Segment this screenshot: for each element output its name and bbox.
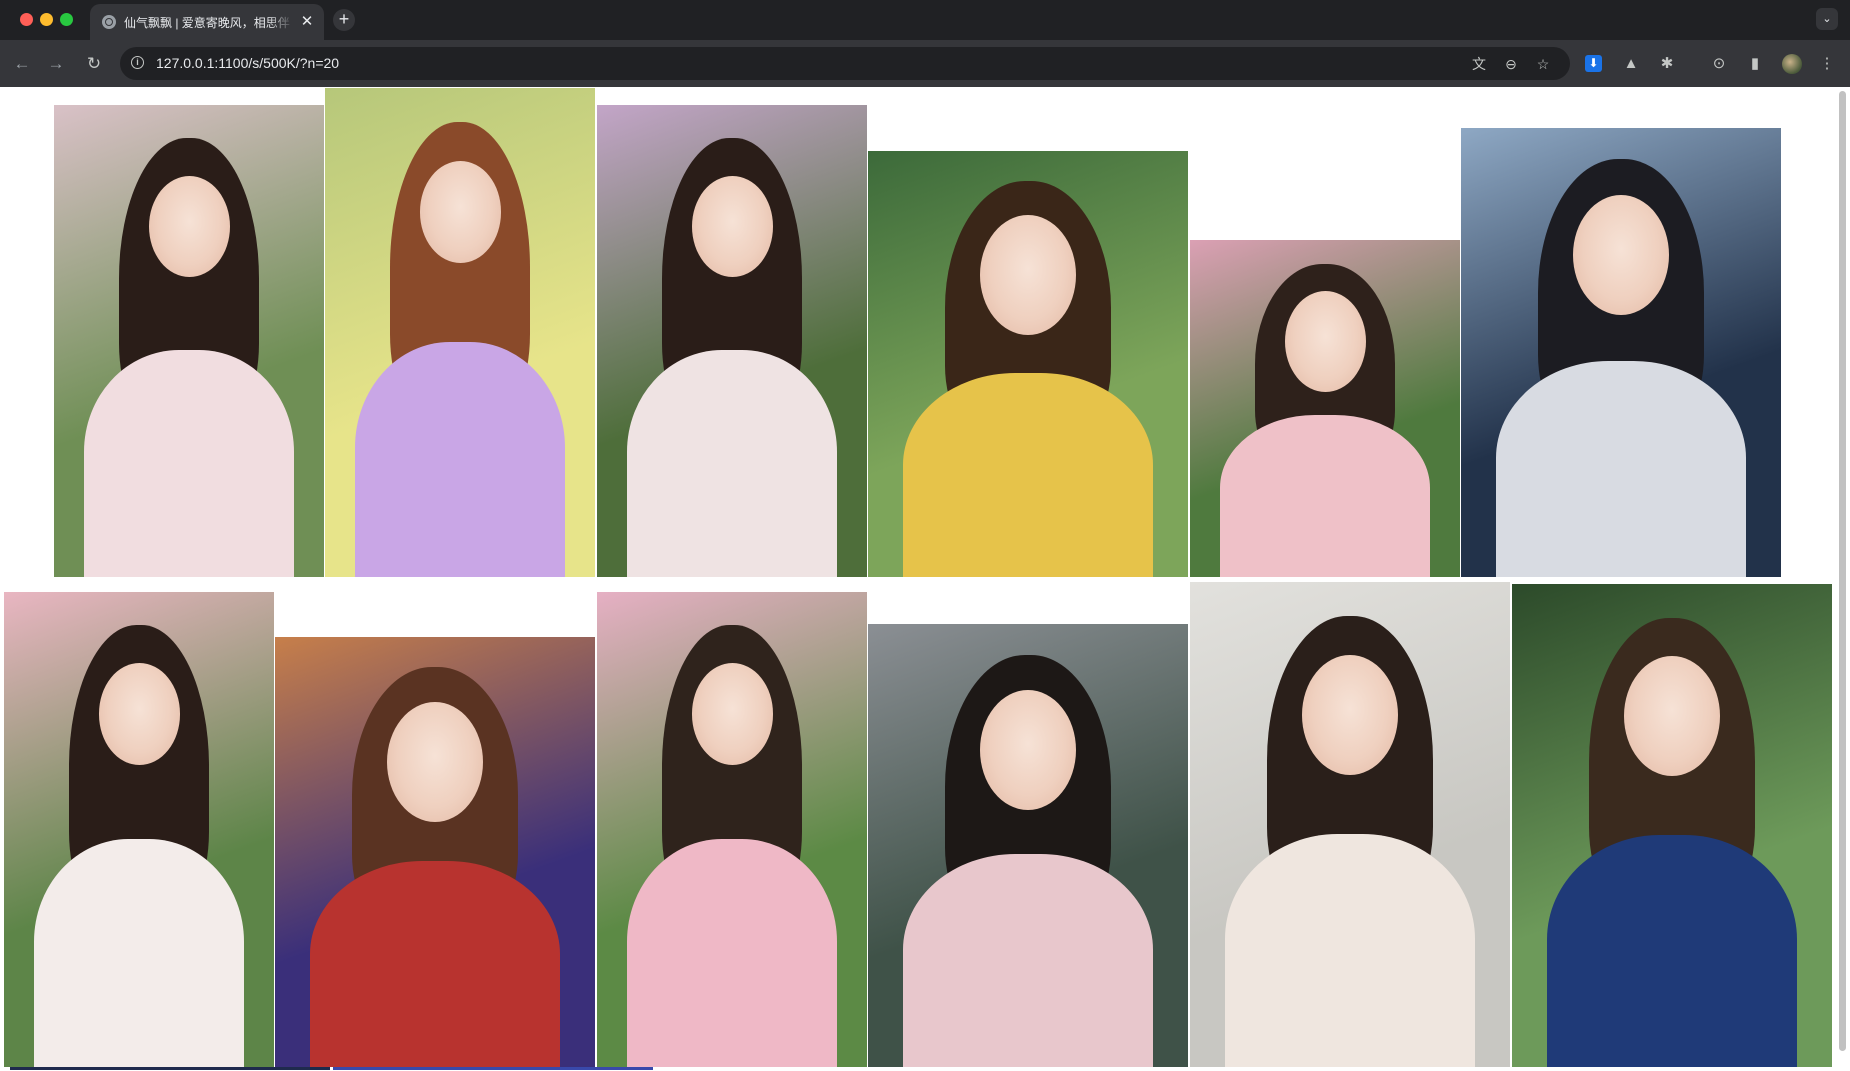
gallery-photo[interactable] xyxy=(1461,128,1781,577)
address-bar[interactable]: i 127.0.0.1:1100/s/500K/?n=20 文 ⊖ ☆ xyxy=(120,47,1570,80)
photo-body-shape xyxy=(310,860,560,1067)
downloads-icon[interactable]: ⊙ xyxy=(1708,53,1730,75)
minimize-window-button[interactable] xyxy=(40,13,53,26)
photo-face-shape xyxy=(691,175,773,278)
gallery-photo[interactable] xyxy=(1190,582,1510,1067)
menu-kebab-icon[interactable]: ⋮ xyxy=(1816,53,1838,75)
photo-body-shape xyxy=(33,839,245,1067)
reload-button[interactable]: ↻ xyxy=(82,52,106,76)
zoom-out-icon[interactable]: ⊖ xyxy=(1501,54,1521,74)
gallery-photo[interactable] xyxy=(868,151,1188,577)
browser-toolbar: ← → ↻ i 127.0.0.1:1100/s/500K/?n=20 文 ⊖ … xyxy=(0,40,1850,87)
side-panel-icon[interactable]: ▮ xyxy=(1744,53,1766,75)
back-button[interactable]: ← xyxy=(10,52,34,76)
active-tab[interactable]: 仙气飘飘 | 爱意寄晚风，相思伴 ✕ xyxy=(90,4,324,40)
forward-button[interactable]: → xyxy=(44,52,68,76)
gallery-photo[interactable] xyxy=(597,105,867,577)
photo-body-shape xyxy=(354,342,566,577)
drive-extension-icon[interactable]: ▲ xyxy=(1620,53,1642,75)
photo-face-shape xyxy=(98,663,180,765)
bookmark-star-icon[interactable]: ☆ xyxy=(1533,54,1553,74)
close-window-button[interactable] xyxy=(20,13,33,26)
tab-strip: 仙气飘飘 | 爱意寄晚风，相思伴 ✕ + ⌄ xyxy=(0,0,1850,40)
gallery-photo[interactable] xyxy=(597,592,867,1067)
new-tab-button[interactable]: + xyxy=(333,9,355,31)
tab-search-button[interactable]: ⌄ xyxy=(1816,8,1838,30)
download-extension-icon[interactable]: ⬇ xyxy=(1585,55,1602,72)
photo-face-shape xyxy=(419,161,501,263)
scrollbar-thumb[interactable] xyxy=(1839,91,1846,1051)
photo-face-shape xyxy=(980,214,1076,335)
photo-body-shape xyxy=(1225,834,1475,1067)
photo-face-shape xyxy=(148,175,230,278)
photo-face-shape xyxy=(980,690,1076,811)
photo-body-shape xyxy=(83,350,295,577)
photo-face-shape xyxy=(1624,656,1720,777)
extensions-puzzle-icon[interactable]: ✱ xyxy=(1656,53,1678,75)
close-tab-button[interactable]: ✕ xyxy=(298,13,316,31)
photo-body-shape xyxy=(626,839,838,1067)
translate-icon[interactable]: 文 xyxy=(1469,54,1489,74)
photo-face-shape xyxy=(387,701,483,822)
gallery-photo[interactable] xyxy=(1190,240,1460,577)
site-info-icon[interactable]: i xyxy=(131,56,144,69)
photo-body-shape xyxy=(903,372,1153,577)
progress-bar-left xyxy=(10,1067,330,1070)
url-text[interactable]: 127.0.0.1:1100/s/500K/?n=20 xyxy=(156,55,339,72)
photo-body-shape xyxy=(1219,415,1431,577)
gallery-photo[interactable] xyxy=(325,88,595,577)
gallery-photo[interactable] xyxy=(275,637,595,1067)
photo-body-shape xyxy=(1547,835,1797,1067)
gallery-photo[interactable] xyxy=(868,624,1188,1067)
globe-icon xyxy=(102,15,116,29)
gallery-photo[interactable] xyxy=(54,105,324,577)
profile-avatar[interactable] xyxy=(1782,54,1802,74)
page-viewport xyxy=(0,87,1850,1071)
vertical-scrollbar[interactable] xyxy=(1835,87,1850,1071)
photo-body-shape xyxy=(1496,361,1746,577)
progress-bar-right xyxy=(333,1067,653,1070)
photo-face-shape xyxy=(1573,195,1669,316)
photo-face-shape xyxy=(1302,654,1398,775)
photo-face-shape xyxy=(691,663,773,765)
photo-face-shape xyxy=(1284,290,1366,392)
photo-body-shape xyxy=(626,350,838,577)
tab-title: 仙气飘飘 | 爱意寄晚风，相思伴 xyxy=(124,16,290,30)
gallery-photo[interactable] xyxy=(1512,584,1832,1067)
zoom-window-button[interactable] xyxy=(60,13,73,26)
gallery-photo[interactable] xyxy=(4,592,274,1067)
photo-body-shape xyxy=(903,854,1153,1067)
